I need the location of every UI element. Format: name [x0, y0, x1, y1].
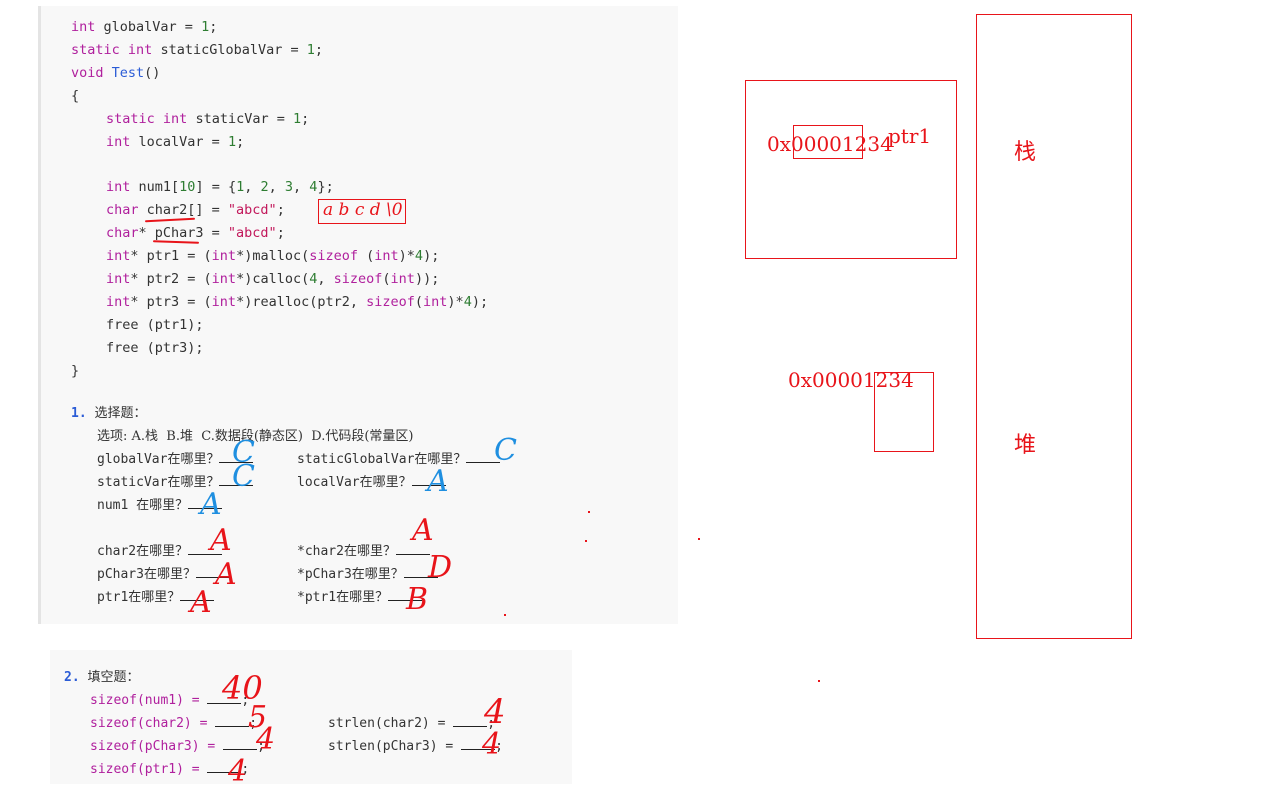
q-globalvar: globalVar在哪里？	[97, 450, 254, 470]
answer-deref-char2: A	[412, 513, 434, 548]
ptr1-var-label: ptr1	[888, 124, 932, 148]
stray-dot	[818, 680, 820, 682]
answer-num1: A	[200, 487, 222, 522]
answer-ptr1: A	[190, 585, 212, 620]
q-deref-char2: *char2在哪里？	[297, 542, 430, 562]
answer-localvar: A	[427, 464, 449, 499]
answer-char2: A	[210, 523, 232, 558]
stack-address-label: 0x00001234	[767, 132, 893, 156]
q-char2: char2在哪里？	[97, 542, 223, 562]
answer-staticvar: C	[232, 459, 255, 494]
abcd-array-box: a b c d \0	[318, 199, 406, 224]
choice-title: 1. 选择题：	[71, 406, 147, 421]
stray-dot	[504, 614, 506, 616]
q-localvar: localVar在哪里？	[297, 473, 446, 493]
blank-sizeof-char2: sizeof(char2) = ;	[90, 716, 258, 731]
code-line-7: int num1[10] = {1, 2, 3, 4};	[106, 179, 334, 195]
code-panel: int globalVar = 1; static int staticGlob…	[38, 6, 678, 624]
memory-region-box	[976, 14, 1132, 639]
blank-title: 2. 填空题：	[64, 670, 140, 685]
q-deref-ptr1: *ptr1在哪里？	[297, 588, 423, 608]
answer-sizeof-pchar3: 4	[256, 722, 276, 757]
answer-sizeof-num1: 40	[222, 669, 263, 707]
code-line-6: int localVar = 1;	[106, 134, 245, 150]
blank-strlen-char2: strlen(char2) = ;	[328, 716, 496, 731]
answer-staticglobalvar: C	[494, 433, 517, 468]
q-pchar3: pChar3在哪里？	[97, 565, 230, 585]
q-staticvar: staticVar在哪里？	[97, 473, 254, 493]
code-line-11: int* ptr2 = (int*)calloc(4, sizeof(int))…	[106, 271, 440, 287]
stray-dot	[588, 511, 590, 513]
code-line-10: int* ptr1 = (int*)malloc(sizeof (int)*4)…	[106, 248, 440, 264]
code-line-3: void Test()	[71, 65, 161, 81]
code-line-4: {	[71, 88, 80, 104]
code-line-2: static int staticGlobalVar = 1;	[71, 42, 324, 58]
heap-region-label: 堆	[1014, 433, 1037, 458]
q-staticglobalvar: staticGlobalVar在哪里？	[297, 450, 501, 470]
answer-strlen-char2: 4	[484, 692, 506, 732]
answer-strlen-pchar3: 4	[482, 727, 502, 762]
code-line-5: static int staticVar = 1;	[106, 111, 310, 127]
code-line-1: int globalVar = 1;	[71, 19, 218, 35]
stray-dot	[698, 538, 700, 540]
stack-frame-box	[745, 80, 957, 259]
code-line-13: free (ptr1);	[106, 317, 204, 333]
answer-sizeof-ptr1: 4	[228, 754, 248, 789]
code-line-12: int* ptr3 = (int*)realloc(ptr2, sizeof(i…	[106, 294, 489, 310]
answer-deref-ptr1: B	[406, 582, 429, 617]
code-line-8: char char2[] = "abcd";	[106, 202, 285, 218]
heap-address-label: 0x00001234	[788, 368, 914, 392]
answer-deref-pchar3: D	[428, 550, 453, 585]
stray-dot	[585, 540, 587, 542]
blank-sizeof-ptr1: sizeof(ptr1) = ;	[90, 762, 250, 777]
blank-strlen-pchar3: strlen(pChar3) = ;	[328, 739, 503, 754]
code-line-15: }	[71, 363, 80, 379]
answer-pchar3: A	[215, 557, 237, 592]
stack-region-label: 栈	[1014, 140, 1037, 165]
choice-options: 选项: A.栈 B.堆 C.数据段(静态区) D.代码段(常量区)	[97, 429, 414, 444]
code-line-14: free (ptr3);	[106, 340, 204, 356]
